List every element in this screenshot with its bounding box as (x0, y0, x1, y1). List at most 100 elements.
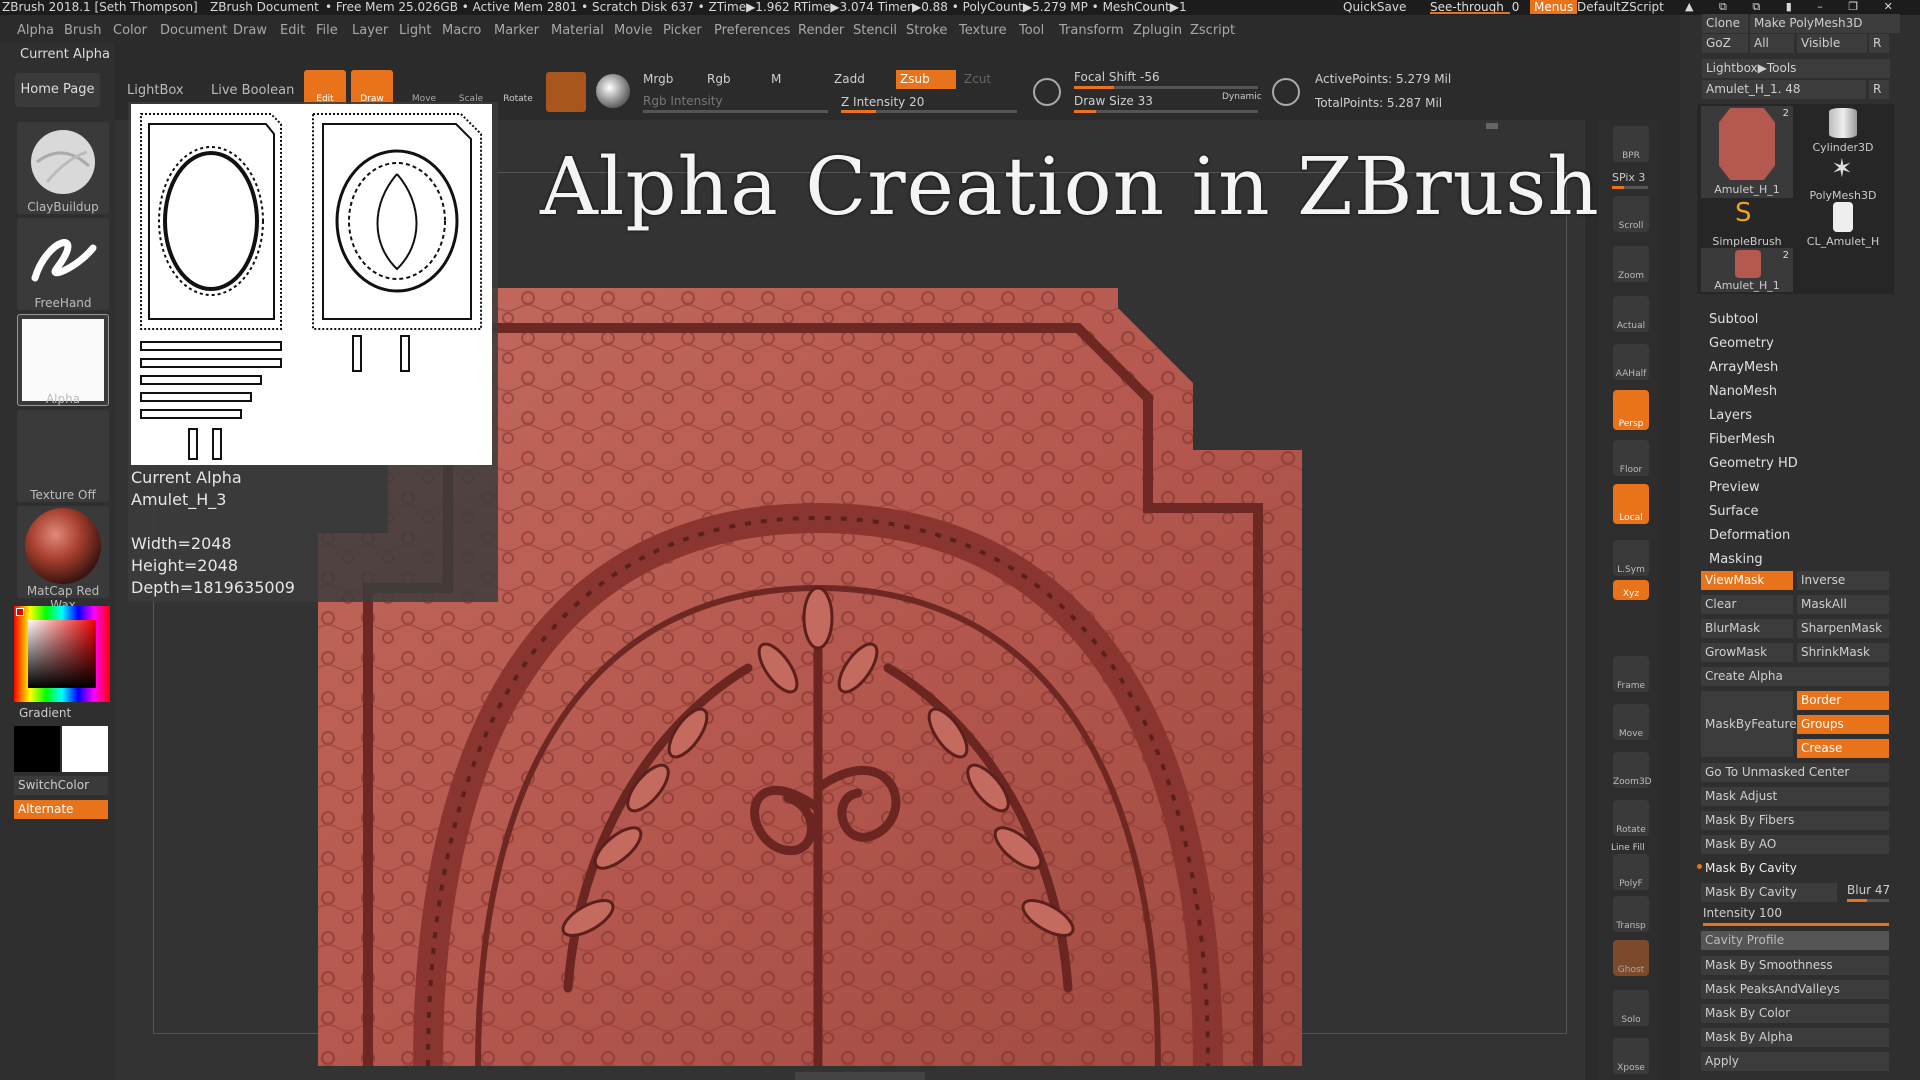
draw-size-track[interactable] (1074, 110, 1258, 113)
tool-amulet-1[interactable]: 2 Amulet_H_1 (1701, 106, 1793, 198)
frame-button[interactable]: Frame (1613, 656, 1649, 692)
menu-zplugin[interactable]: Zplugin (1133, 23, 1182, 38)
zoom3d-button[interactable]: Zoom3D (1613, 752, 1652, 788)
menu-light[interactable]: Light (399, 23, 431, 38)
maskbyfeature-button[interactable]: MaskByFeature (1701, 691, 1797, 757)
r-button[interactable]: R (1869, 34, 1889, 53)
border-button[interactable]: Border (1797, 691, 1889, 710)
layers-menu[interactable]: Layers (1709, 408, 1752, 423)
mask-by-cavity-button[interactable]: Mask By Cavity (1701, 883, 1837, 902)
menu-material[interactable]: Material (551, 23, 604, 38)
goz-button[interactable]: GoZ (1702, 34, 1748, 53)
dynamic-toggle[interactable]: Dynamic (1222, 92, 1262, 102)
menus-button[interactable]: Menus (1530, 0, 1578, 14)
actual-button[interactable]: Actual (1613, 296, 1649, 332)
aahalf-button[interactable]: AAHalf (1613, 344, 1649, 380)
r2-button[interactable]: R (1869, 80, 1889, 99)
mask-by-cavity-header[interactable]: Mask By Cavity (1705, 861, 1797, 875)
rgb-intensity-track[interactable] (643, 110, 828, 113)
menu-alpha[interactable]: Alpha (17, 23, 54, 38)
blur-slider[interactable]: Blur 47 (1847, 883, 1890, 897)
menu-preferences[interactable]: Preferences (714, 23, 790, 38)
mask-by-color-button[interactable]: Mask By Color (1701, 1004, 1889, 1023)
draw-size-slider[interactable]: Draw Size 33 (1074, 94, 1153, 108)
lsym-button[interactable]: L.Sym (1613, 540, 1649, 576)
geometry-hd-menu[interactable]: Geometry HD (1709, 456, 1798, 471)
lightbox-button[interactable]: LightBox (127, 83, 184, 98)
all-button[interactable]: All (1750, 34, 1794, 53)
menu-edit[interactable]: Edit (280, 23, 305, 38)
apply-button[interactable]: Apply (1701, 1052, 1889, 1071)
clone-button[interactable]: Clone (1702, 14, 1748, 33)
focal-shift-track[interactable] (1074, 86, 1258, 89)
menu-color[interactable]: Color (113, 23, 147, 38)
switchcolor-button[interactable]: SwitchColor (14, 776, 108, 795)
menu-texture[interactable]: Texture (959, 23, 1007, 38)
blurmask-button[interactable]: BlurMask (1701, 619, 1793, 638)
gradient-label[interactable]: Gradient (19, 706, 71, 720)
spix-slider[interactable]: SPix 3 (1612, 171, 1645, 184)
menu-render[interactable]: Render (798, 23, 844, 38)
arraymesh-menu[interactable]: ArrayMesh (1709, 360, 1778, 375)
zadd-button[interactable]: Zadd (834, 72, 865, 86)
menu-macro[interactable]: Macro (442, 23, 481, 38)
subtool-menu[interactable]: Subtool (1709, 312, 1758, 327)
solo-button[interactable]: Solo (1613, 990, 1649, 1026)
quicksave-button[interactable]: QuickSave (1343, 0, 1406, 14)
menu-file[interactable]: File (316, 23, 338, 38)
main-color-swatch[interactable] (62, 726, 108, 772)
clear-mask-button[interactable]: Clear (1701, 595, 1793, 614)
focal-shift-slider[interactable]: Focal Shift -56 (1074, 70, 1160, 84)
create-alpha-button[interactable]: Create Alpha (1701, 667, 1889, 686)
canvas-scroll-handle[interactable] (1486, 123, 1498, 129)
minimize-icon[interactable]: ▲ (1685, 0, 1693, 13)
live-boolean-button[interactable]: Live Boolean (211, 83, 294, 98)
zoom-button[interactable]: Zoom (1613, 246, 1649, 282)
move-view-button[interactable]: Move (1613, 704, 1649, 740)
deformation-menu[interactable]: Deformation (1709, 528, 1790, 543)
rgb-button[interactable]: Rgb (707, 72, 731, 86)
tool-polymesh[interactable]: ✶ PolyMesh3D (1797, 154, 1889, 202)
mask-adjust-button[interactable]: Mask Adjust (1701, 787, 1889, 806)
geometry-menu[interactable]: Geometry (1709, 336, 1774, 351)
mask-peaks-valleys-button[interactable]: Mask PeaksAndValleys (1701, 980, 1889, 999)
menu-stencil[interactable]: Stencil (853, 23, 897, 38)
fibermesh-menu[interactable]: FiberMesh (1709, 432, 1775, 447)
xyz-button[interactable]: Xyz (1613, 580, 1649, 600)
lock-icon[interactable]: ▮ (1786, 0, 1792, 13)
maskall-button[interactable]: MaskAll (1797, 595, 1889, 614)
ghost-button[interactable]: Ghost (1613, 940, 1649, 976)
crease-button[interactable]: Crease (1797, 739, 1889, 758)
shrinkmask-button[interactable]: ShrinkMask (1797, 643, 1889, 662)
scroll-button[interactable]: Scroll (1613, 196, 1649, 232)
bpr-button[interactable]: BPR (1613, 126, 1649, 162)
layout2-icon[interactable]: ⧉ (1752, 0, 1760, 13)
intensity-slider[interactable]: Intensity 100 (1703, 906, 1782, 920)
material-icon[interactable] (546, 72, 586, 112)
rotate-view-button[interactable]: Rotate (1613, 800, 1649, 836)
polyf-button[interactable]: PolyF (1613, 854, 1649, 890)
groups-button[interactable]: Groups (1797, 715, 1889, 734)
mask-by-ao-button[interactable]: Mask By AO (1701, 835, 1889, 854)
persp-button[interactable]: Persp (1613, 390, 1649, 430)
viewmask-button[interactable]: ViewMask (1701, 571, 1793, 590)
move-button[interactable]: Move (403, 70, 445, 106)
nanomesh-menu[interactable]: NanoMesh (1709, 384, 1777, 399)
close-icon[interactable]: ✕ (1884, 0, 1893, 13)
mask-by-fibers-button[interactable]: Mask By Fibers (1701, 811, 1889, 830)
menu-movie[interactable]: Movie (614, 23, 652, 38)
seethrough-slider[interactable]: See-through 0 (1430, 0, 1519, 14)
sharpenmask-button[interactable]: SharpenMask (1797, 619, 1889, 638)
inverse-button[interactable]: Inverse (1797, 571, 1889, 590)
make-polymesh-button[interactable]: Make PolyMesh3D (1750, 14, 1900, 33)
menu-transform[interactable]: Transform (1059, 23, 1124, 38)
color-picker[interactable] (14, 606, 110, 702)
window-controls[interactable]: ▲ ⧉ ⧉ ▮ – ❐ ✕ (1685, 0, 1893, 14)
minimize-window-icon[interactable]: – (1817, 0, 1823, 13)
zsub-button[interactable]: Zsub (896, 70, 956, 89)
preview-menu[interactable]: Preview (1709, 480, 1760, 495)
z-intensity-slider[interactable]: Z Intensity 20 (841, 95, 924, 109)
surface-menu[interactable]: Surface (1709, 504, 1759, 519)
focal-s-icon[interactable] (1033, 78, 1061, 106)
z-intensity-track[interactable] (841, 110, 1017, 113)
